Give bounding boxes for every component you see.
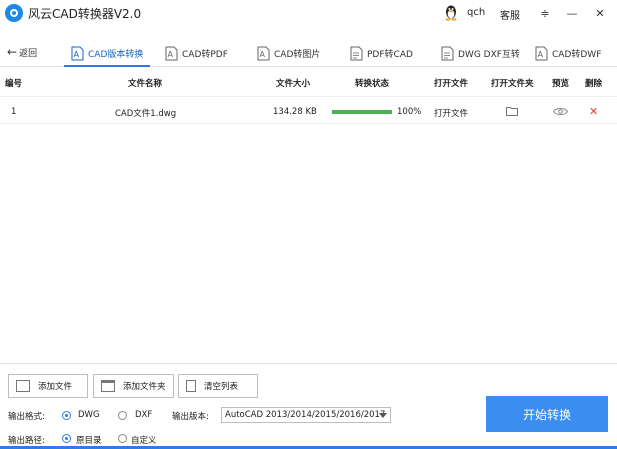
tab-label: CAD转DWF [552,49,602,60]
path-original-label[interactable]: 原目录 [76,434,102,446]
customer-service-link[interactable]: 客服 [500,7,520,22]
document-icon [350,46,363,60]
title-bar: 风云CAD转换器V2.0 qch 客服 ≑ — ✕ [0,0,617,26]
table-row: 1 CAD文件1.dwg 134.28 KB 100% 打开文件 ✕ [0,96,617,124]
add-file-button[interactable]: 添加文件 [8,374,88,398]
col-filename: 文件名称 [128,79,163,89]
tab-label: CAD转PDF [182,49,228,60]
app-logo-icon [5,4,23,22]
col-size: 文件大小 [276,79,311,89]
add-folder-label: 添加文件夹 [123,382,166,392]
start-convert-button[interactable]: 开始转换 [486,396,608,432]
progress-percent: 100% [397,107,422,117]
path-custom-radio[interactable] [118,434,127,443]
format-dwg-radio[interactable] [62,411,71,420]
col-status: 转换状态 [355,79,390,89]
add-file-label: 添加文件 [38,382,73,392]
tab-cad-version-convert[interactable]: A CAD版本转换 [71,40,143,66]
col-preview: 预览 [552,79,570,89]
tab-cad-to-image[interactable]: A CAD转图片 [257,40,320,66]
delete-icon[interactable]: ✕ [589,105,598,118]
tab-bar: ← 返回 A CAD版本转换 A CAD转PDF A CAD转图片 PDF转CA… [0,36,617,67]
format-dwg-label[interactable]: DWG [78,410,100,420]
tab-cad-to-dwf[interactable]: A CAD转DWF [535,40,601,66]
path-original-radio[interactable] [62,434,71,443]
qq-penguin-icon[interactable] [444,4,458,21]
tab-pdf-to-cad[interactable]: PDF转CAD [350,40,413,66]
document-icon [441,46,454,60]
svg-text:A: A [260,50,266,59]
svg-text:A: A [74,50,80,59]
col-index: 编号 [5,79,23,89]
output-version-select[interactable]: AutoCAD 2013/2014/2015/2016/2017 [221,407,391,423]
trash-icon [186,380,196,392]
progress-fill [332,110,392,114]
row-size: 134.28 KB [273,107,317,117]
folder-add-icon [101,380,115,392]
document-a-icon: A [257,46,270,60]
caret-down-icon [379,413,387,418]
path-custom-label[interactable]: 自定义 [131,434,157,446]
active-tab-indicator [64,65,150,67]
arrow-left-icon: ← [7,45,18,59]
back-label: 返回 [19,49,38,59]
tab-label: CAD版本转换 [88,49,144,60]
add-folder-button[interactable]: 添加文件夹 [93,374,174,398]
close-icon[interactable]: ✕ [591,4,609,22]
menu-icon[interactable]: ≑ [536,4,554,22]
document-a-icon: A [165,46,178,60]
format-dxf-radio[interactable] [118,411,127,420]
svg-text:A: A [168,50,174,59]
clear-list-button[interactable]: 清空列表 [178,374,258,398]
col-open-folder: 打开文件夹 [491,79,534,89]
row-index: 1 [11,107,17,117]
app-title: 风云CAD转换器V2.0 [28,7,142,21]
tab-cad-to-pdf[interactable]: A CAD转PDF [165,40,228,66]
eye-icon[interactable] [553,107,568,116]
document-a-icon: A [535,46,548,60]
col-open-file: 打开文件 [434,79,469,89]
output-version-label: 输出版本: [172,412,209,422]
document-a-icon: A [71,46,84,60]
format-dxf-label[interactable]: DXF [135,410,152,420]
username[interactable]: qch [467,7,485,18]
svg-text:A: A [538,50,544,59]
clear-list-label: 清空列表 [204,382,239,392]
folder-icon[interactable] [506,106,518,116]
tab-label: CAD转图片 [274,49,321,60]
row-filename: CAD文件1.dwg [115,109,177,119]
tab-label: PDF转CAD [367,49,413,60]
open-file-link[interactable]: 打开文件 [434,107,468,119]
minimize-icon[interactable]: — [563,4,581,22]
col-delete: 删除 [585,79,603,89]
back-button[interactable]: ← 返回 [7,46,37,59]
tab-label: DWG DXF互转 [458,49,520,60]
output-path-label: 输出路径: [8,436,45,446]
table-header: 编号 文件名称 文件大小 转换状态 打开文件 打开文件夹 预览 删除 [0,70,617,94]
output-version-value: AutoCAD 2013/2014/2015/2016/2017 [225,410,386,420]
progress-bar [332,110,392,114]
output-format-label: 输出格式: [8,412,45,422]
tab-dwg-dxf-convert[interactable]: DWG DXF互转 [441,40,520,66]
file-add-icon [16,380,30,392]
